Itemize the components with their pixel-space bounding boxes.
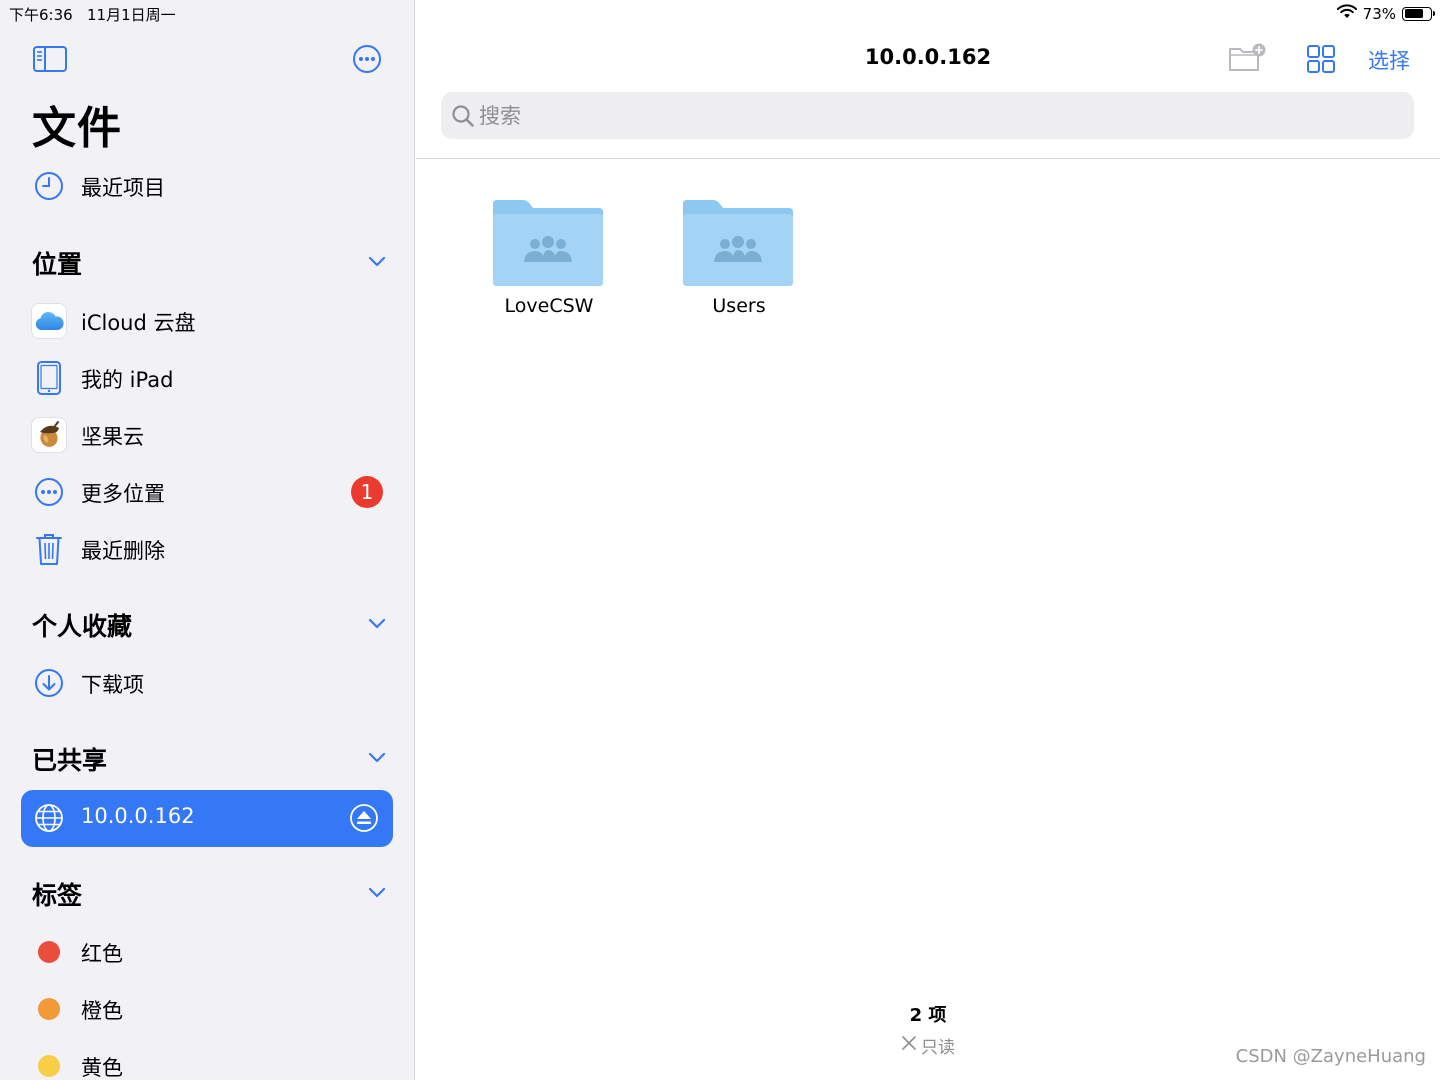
readonly-icon xyxy=(901,1035,917,1056)
notification-badge: 1 xyxy=(351,476,383,508)
folder-users[interactable]: Users xyxy=(672,196,806,326)
section-title: 标签 xyxy=(32,881,83,910)
nutstore-icon xyxy=(31,417,67,453)
sidebar-item-recently-deleted[interactable]: 最近删除 xyxy=(21,522,393,576)
tag-color-dot xyxy=(38,941,60,963)
sidebar-item-label: 橙色 xyxy=(81,999,123,1023)
icloud-icon xyxy=(31,303,67,339)
trash-icon xyxy=(31,531,67,567)
section-header-locations[interactable]: 位置 xyxy=(32,243,387,279)
folder-name: Users xyxy=(712,295,766,317)
search-input[interactable] xyxy=(479,92,1399,139)
globe-icon xyxy=(31,800,67,836)
wifi-icon xyxy=(1336,4,1357,23)
sidebar-item-label: 我的 iPad xyxy=(81,368,174,392)
sidebar-item-label: 黄色 xyxy=(81,1056,123,1080)
watermark: CSDN @ZayneHuang xyxy=(1235,1046,1426,1067)
status-indicators: 73% xyxy=(1336,4,1435,23)
section-title: 个人收藏 xyxy=(32,612,133,641)
sidebar-item-tag-red[interactable]: 红色 xyxy=(21,925,393,979)
status-time-date: 下午6:36 11月1日周一 xyxy=(9,4,176,25)
section-header-tags[interactable]: 标签 xyxy=(32,874,387,910)
sidebar-item-label: 下载项 xyxy=(81,673,144,697)
eject-icon[interactable] xyxy=(349,803,379,833)
download-icon xyxy=(31,665,67,701)
sidebar-item-label: 最近项目 xyxy=(81,176,165,200)
section-header-shared[interactable]: 已共享 xyxy=(32,739,387,775)
battery-percent: 73% xyxy=(1362,4,1396,23)
chevron-down-icon xyxy=(367,882,387,902)
sidebar-item-icloud[interactable]: iCloud 云盘 xyxy=(21,294,393,348)
sidebar-item-label: 更多位置 xyxy=(81,482,165,506)
more-options-icon[interactable] xyxy=(352,44,382,74)
sidebar-item-label: 10.0.0.162 xyxy=(81,804,195,828)
sidebar-toggle-icon[interactable] xyxy=(33,46,67,72)
tag-color-dot xyxy=(38,998,60,1020)
shared-folder-icon xyxy=(683,200,793,286)
page-title: 10.0.0.162 xyxy=(864,45,992,69)
tag-color-dot xyxy=(38,1055,60,1077)
section-title: 已共享 xyxy=(32,746,108,775)
status-time: 下午6:36 xyxy=(9,6,73,24)
sidebar: 下午6:36 11月1日周一 文件 最近项目 位置 iCloud 云盘 我的 i… xyxy=(0,0,415,1080)
battery-fill xyxy=(1404,9,1423,18)
select-button[interactable]: 选择 xyxy=(1368,45,1410,75)
sidebar-item-my-ipad[interactable]: 我的 iPad xyxy=(21,351,393,405)
sidebar-title: 文件 xyxy=(32,103,122,154)
grid-view-icon[interactable] xyxy=(1306,44,1336,74)
sidebar-item-tag-orange[interactable]: 橙色 xyxy=(21,982,393,1036)
section-title: 位置 xyxy=(32,250,83,279)
chevron-down-icon xyxy=(367,613,387,633)
sidebar-item-nutstore[interactable]: 坚果云 xyxy=(21,408,393,462)
folder-name: LoveCSW xyxy=(504,295,594,317)
folder-lovecsw[interactable]: LoveCSW xyxy=(482,196,616,326)
status-date: 11月1日周一 xyxy=(87,6,176,24)
item-count: 2 项 xyxy=(909,1005,947,1026)
search-bar[interactable] xyxy=(441,92,1414,139)
chevron-down-icon xyxy=(367,747,387,767)
sidebar-item-label: 最近删除 xyxy=(81,539,165,563)
sidebar-item-label: 坚果云 xyxy=(81,425,144,449)
search-icon xyxy=(451,104,475,128)
battery-icon xyxy=(1402,6,1435,21)
new-folder-icon xyxy=(1228,42,1268,74)
ipad-icon xyxy=(31,360,67,396)
sidebar-item-label: iCloud 云盘 xyxy=(81,311,196,335)
readonly-label: 只读 xyxy=(921,1038,955,1058)
sidebar-item-recents[interactable]: 最近项目 xyxy=(21,159,393,213)
sidebar-item-tag-yellow[interactable]: 黄色 xyxy=(21,1039,393,1080)
sidebar-item-label: 红色 xyxy=(81,942,123,966)
header-divider xyxy=(416,158,1440,159)
clock-icon xyxy=(31,168,67,204)
main-content: 73% 10.0.0.162 选择 LoveCSW Users xyxy=(416,0,1440,1080)
sidebar-item-more-locations[interactable]: 更多位置 1 xyxy=(21,465,393,519)
sidebar-item-downloads[interactable]: 下载项 xyxy=(21,656,393,710)
shared-folder-icon xyxy=(493,200,603,286)
sidebar-item-server-10-0-0-162[interactable]: 10.0.0.162 xyxy=(21,790,393,847)
ellipsis-circle-icon xyxy=(31,474,67,510)
section-header-favorites[interactable]: 个人收藏 xyxy=(32,605,387,641)
chevron-down-icon xyxy=(367,251,387,271)
